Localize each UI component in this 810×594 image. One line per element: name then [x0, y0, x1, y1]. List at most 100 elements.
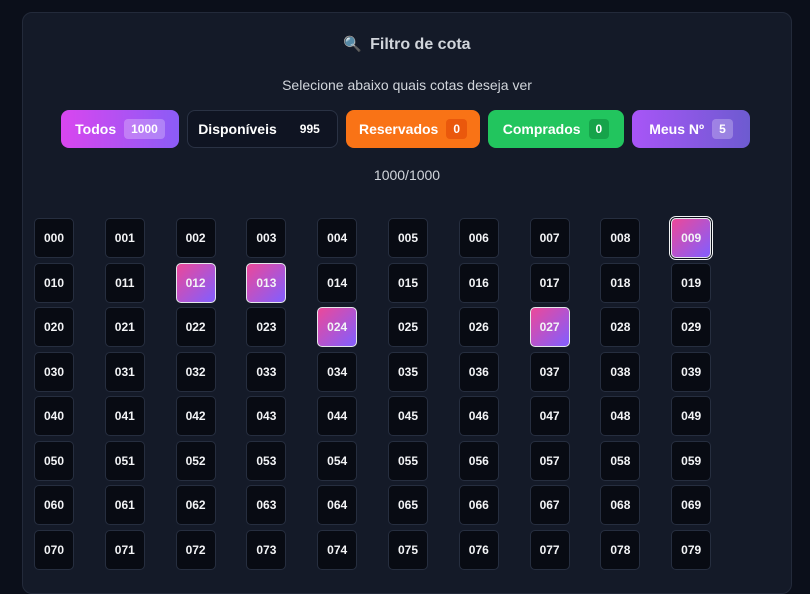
number-cell[interactable]: 040 [34, 396, 74, 436]
number-cell[interactable]: 044 [317, 396, 358, 436]
number-cell[interactable]: 061 [104, 485, 145, 525]
number-cell[interactable]: 007 [529, 218, 570, 258]
number-cell[interactable]: 057 [529, 440, 570, 481]
number-cell[interactable]: 008 [600, 218, 641, 258]
number-cell[interactable]: 039 [671, 351, 712, 392]
number-cell[interactable]: 058 [600, 440, 641, 481]
number-cell[interactable]: 005 [388, 218, 428, 258]
filter-meus-button[interactable]: Meus Nº 5 [632, 110, 750, 148]
number-cell[interactable]: 045 [388, 396, 428, 436]
number-cell[interactable]: 021 [104, 307, 145, 347]
number-cell[interactable]: 025 [388, 307, 428, 347]
total-count: 1000/1000 [373, 167, 441, 183]
number-cell[interactable]: 002 [175, 218, 216, 258]
filter-buttons: Todos 1000 Disponíveis 995 Reservados 0 … [61, 110, 751, 148]
filter-reservados-count: 0 [446, 119, 468, 139]
number-cell[interactable]: 050 [34, 440, 74, 481]
number-cell[interactable]: 051 [104, 440, 145, 481]
number-cell[interactable]: 052 [175, 440, 216, 481]
number-cell[interactable]: 067 [529, 485, 570, 525]
number-cell[interactable]: 029 [671, 307, 712, 347]
number-cell[interactable]: 065 [388, 485, 428, 525]
number-cell[interactable]: 003 [246, 218, 287, 258]
number-cell[interactable]: 069 [671, 485, 712, 525]
number-cell[interactable]: 036 [458, 351, 499, 392]
number-cell[interactable]: 018 [600, 262, 641, 303]
number-cell[interactable]: 056 [458, 440, 499, 481]
filter-reservados-label: Reservados [358, 121, 439, 137]
number-cell[interactable]: 022 [175, 307, 216, 347]
number-cell[interactable]: 043 [246, 396, 287, 436]
number-cell[interactable]: 047 [529, 396, 570, 436]
number-cell[interactable]: 016 [458, 262, 499, 303]
number-cell[interactable]: 059 [671, 440, 712, 481]
number-cell[interactable]: 026 [458, 307, 499, 347]
number-cell[interactable]: 054 [317, 440, 358, 481]
number-cell[interactable]: 077 [529, 529, 570, 570]
number-cell[interactable]: 027 [529, 307, 570, 347]
number-cell[interactable]: 064 [317, 485, 358, 525]
filter-disponiveis-count: 995 [299, 122, 320, 136]
number-cell[interactable]: 046 [458, 396, 499, 436]
number-cell[interactable]: 041 [104, 396, 145, 436]
number-cell[interactable]: 010 [34, 262, 74, 303]
filter-todos-label: Todos [75, 121, 117, 137]
filter-disponiveis-button[interactable]: Disponíveis 995 [187, 110, 338, 148]
number-cell[interactable]: 042 [175, 396, 216, 436]
number-cell[interactable]: 060 [34, 485, 74, 525]
number-cell[interactable]: 035 [388, 351, 428, 392]
number-cell[interactable]: 015 [388, 262, 428, 303]
number-cell[interactable]: 033 [246, 351, 287, 392]
number-cell[interactable]: 076 [458, 529, 499, 570]
number-cell[interactable]: 030 [34, 351, 74, 392]
number-cell[interactable]: 053 [246, 440, 287, 481]
filter-comprados-label: Comprados [502, 121, 581, 137]
number-cell[interactable]: 074 [317, 529, 358, 570]
number-cell[interactable]: 079 [671, 529, 712, 570]
number-cell[interactable]: 062 [175, 485, 216, 525]
number-cell[interactable]: 014 [317, 262, 358, 303]
filter-title-text: Filtro de cota [370, 36, 471, 53]
number-cell[interactable]: 071 [104, 529, 145, 570]
number-cell[interactable]: 072 [175, 529, 216, 570]
number-cell[interactable]: 019 [671, 262, 712, 303]
filter-meus-label: Meus Nº [649, 121, 705, 137]
number-cell[interactable]: 024 [317, 307, 358, 347]
number-cell[interactable]: 078 [600, 529, 641, 570]
number-cell[interactable]: 004 [317, 218, 358, 258]
number-cell[interactable]: 055 [388, 440, 428, 481]
number-cell[interactable]: 048 [600, 396, 641, 436]
number-cell[interactable]: 049 [671, 396, 712, 436]
number-cell[interactable]: 063 [246, 485, 287, 525]
number-cell[interactable]: 075 [388, 529, 428, 570]
number-cell[interactable]: 023 [246, 307, 287, 347]
number-cell[interactable]: 013 [246, 262, 287, 303]
filter-comprados-button[interactable]: Comprados 0 [488, 110, 624, 148]
number-cell[interactable]: 073 [246, 529, 287, 570]
number-cell[interactable]: 066 [458, 485, 499, 525]
magnifier-icon: 🔍 [343, 36, 363, 53]
number-cell[interactable]: 009 [671, 218, 712, 258]
filter-todos-button[interactable]: Todos 1000 [61, 110, 179, 148]
number-cell[interactable]: 017 [529, 262, 570, 303]
number-cell[interactable]: 038 [600, 351, 641, 392]
filter-title: 🔍 Filtro de cota [23, 35, 791, 54]
number-cell[interactable]: 020 [34, 307, 74, 347]
number-cell[interactable]: 028 [600, 307, 641, 347]
number-cell[interactable]: 037 [529, 351, 570, 392]
filter-disponiveis-label: Disponíveis [198, 121, 277, 137]
number-cell[interactable]: 032 [175, 351, 216, 392]
number-cell[interactable]: 000 [34, 218, 74, 258]
number-cell[interactable]: 012 [175, 262, 216, 303]
filter-subtitle: Selecione abaixo quais cotas deseja ver [282, 77, 532, 93]
filter-comprados-count: 0 [588, 119, 610, 139]
number-cell[interactable]: 068 [600, 485, 641, 525]
filter-reservados-button[interactable]: Reservados 0 [346, 110, 480, 148]
number-cell[interactable]: 070 [34, 529, 74, 570]
number-cell[interactable]: 031 [104, 351, 145, 392]
number-cell[interactable]: 011 [104, 262, 145, 303]
filter-meus-count: 5 [712, 119, 733, 139]
number-cell[interactable]: 034 [317, 351, 358, 392]
number-cell[interactable]: 001 [104, 218, 145, 258]
number-cell[interactable]: 006 [458, 218, 499, 258]
